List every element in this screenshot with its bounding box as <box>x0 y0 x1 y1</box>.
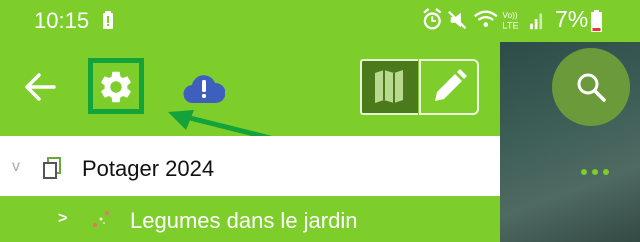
signal-icon <box>530 13 543 30</box>
cloud-alert-icon[interactable] <box>183 73 225 105</box>
expand-chevron-icon[interactable]: > <box>58 210 67 228</box>
wifi-icon <box>473 10 498 27</box>
map-view-button[interactable] <box>360 59 418 115</box>
map-icon <box>375 70 403 103</box>
battery-alert-icon <box>103 11 113 29</box>
search-icon <box>577 73 606 102</box>
tree-item-label: Legumes dans le jardin <box>130 208 358 233</box>
tree-item-vegetables[interactable]: > Legumes dans le jardin <box>0 198 500 242</box>
status-time: 10:15 <box>34 8 90 33</box>
more-dots-icon[interactable] <box>580 168 610 176</box>
back-arrow-icon[interactable] <box>24 72 56 102</box>
status-icons: Vo)) LTE <box>423 8 543 30</box>
svg-text:Vo)): Vo)) <box>502 10 517 20</box>
alarm-icon <box>423 8 442 30</box>
status-bar: 10:15 Vo)) LTE 7% <box>0 0 640 42</box>
scatter-dots-icon <box>93 211 109 227</box>
tree-item-label: Potager 2024 <box>82 156 215 181</box>
mute-icon <box>448 10 467 30</box>
search-button[interactable] <box>552 48 630 126</box>
documents-icon <box>43 157 61 179</box>
battery-percent: 7% <box>555 6 589 32</box>
gear-icon[interactable] <box>97 68 135 106</box>
tree-item-project[interactable]: v Potager 2024 <box>0 136 500 196</box>
battery-icon <box>591 10 602 32</box>
svg-text:LTE: LTE <box>502 20 518 30</box>
edit-button[interactable] <box>419 59 479 115</box>
collapse-chevron-icon[interactable]: v <box>12 158 20 176</box>
pencil-icon <box>435 69 467 101</box>
